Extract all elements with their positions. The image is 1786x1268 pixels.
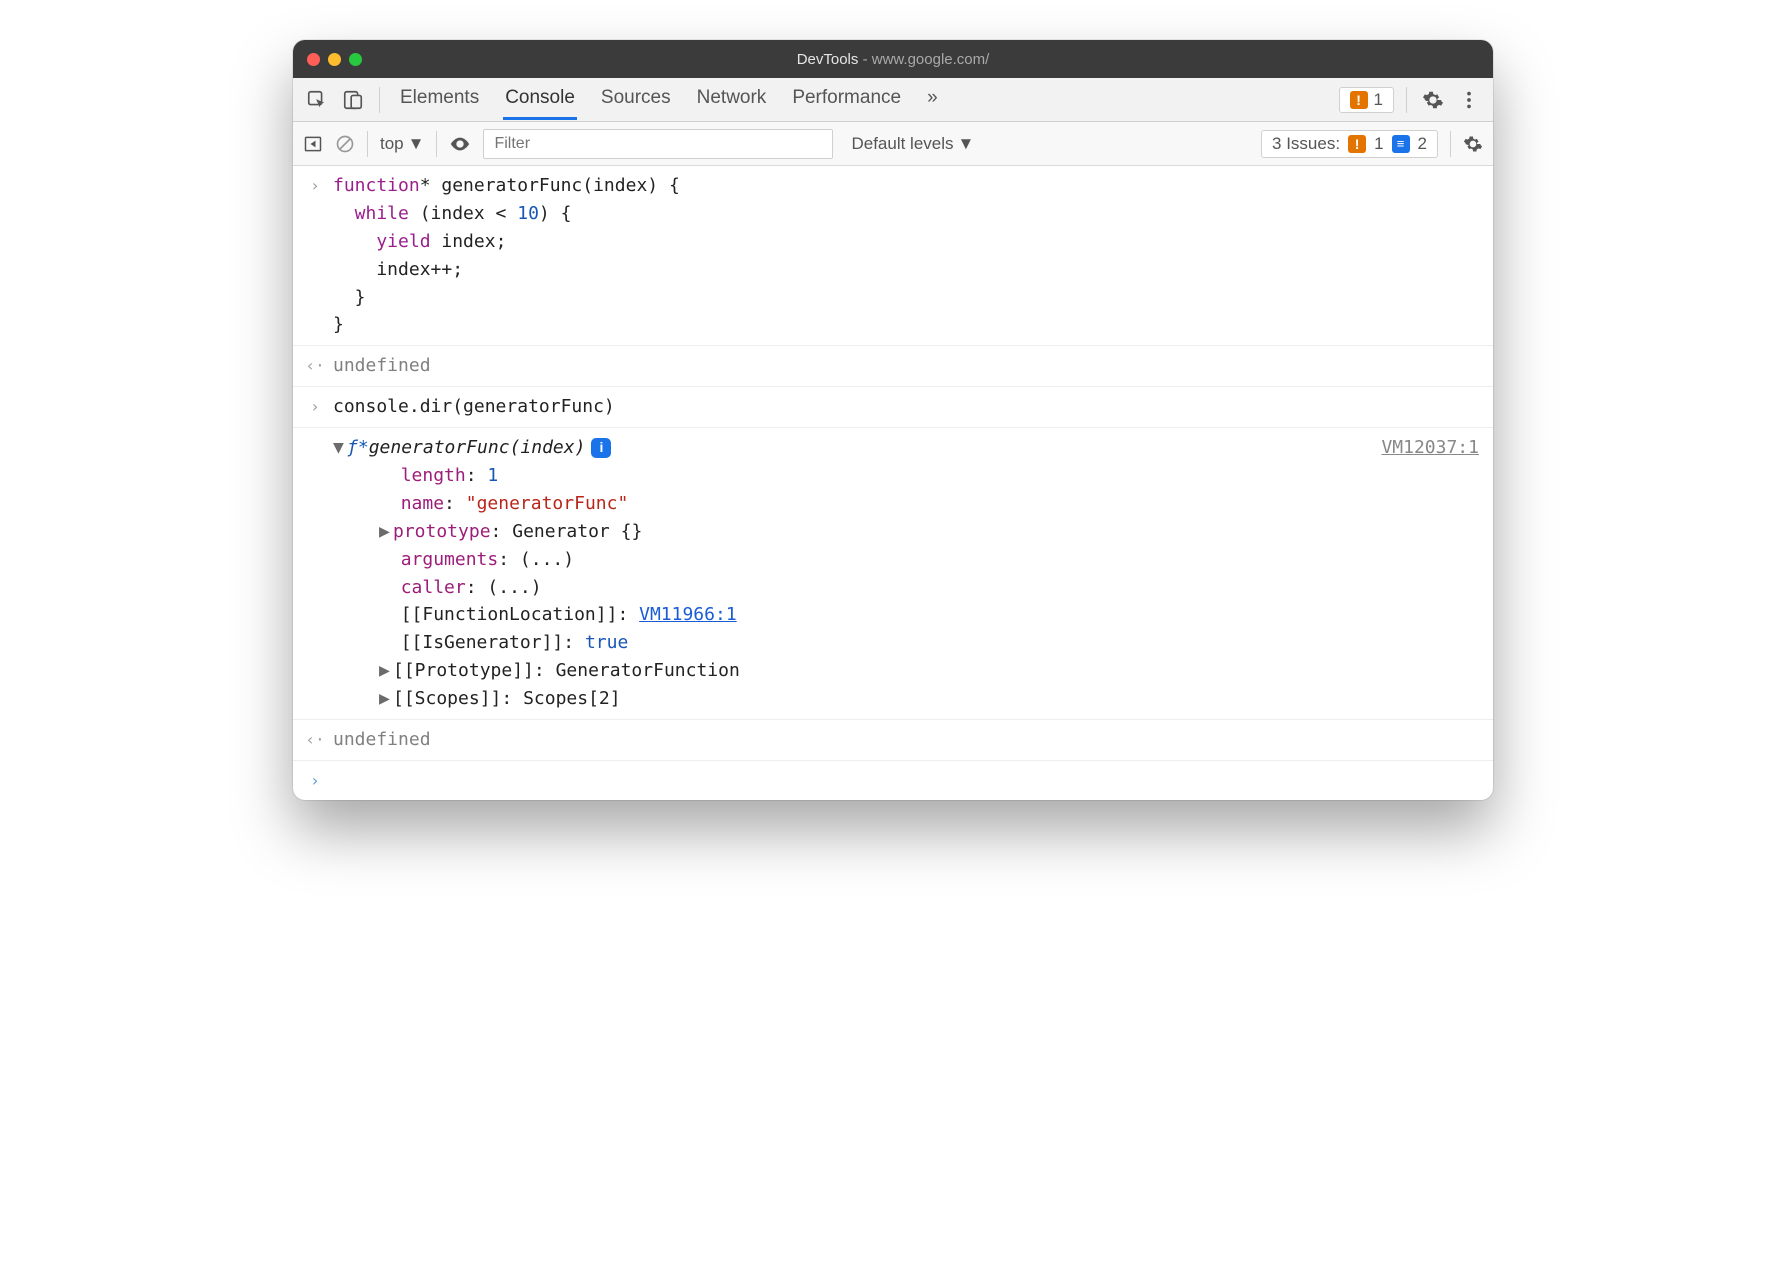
console-input-row[interactable]: › console.dir(generatorFunc): [293, 387, 1493, 428]
warnings-button[interactable]: ! 1: [1339, 87, 1394, 113]
window-title: DevTools - www.google.com/: [293, 51, 1493, 68]
context-label: top: [380, 134, 404, 154]
issues-info-count: 2: [1418, 134, 1427, 154]
console-prompt[interactable]: ›: [293, 761, 1493, 800]
tab-network[interactable]: Network: [695, 79, 769, 120]
disclosure-triangle-closed-icon[interactable]: ▶: [379, 518, 393, 546]
prop-row[interactable]: [[FunctionLocation]]: VM11966:1: [379, 601, 1479, 629]
return-value: undefined: [333, 726, 1479, 754]
console-dir-row[interactable]: ▼ ƒ* generatorFunc(index) i VM12037:1 le…: [293, 428, 1493, 720]
minimize-window-button[interactable]: [328, 53, 341, 66]
more-menu-icon[interactable]: [1455, 86, 1483, 114]
tabs-overflow[interactable]: »: [925, 79, 940, 120]
titlebar: DevTools - www.google.com/: [293, 40, 1493, 78]
issues-button[interactable]: 3 Issues: ! 1 ≡ 2: [1261, 130, 1438, 158]
clear-console-icon[interactable]: [335, 134, 355, 154]
dropdown-triangle-icon: ▼: [408, 134, 425, 154]
disclosure-triangle-closed-icon[interactable]: ▶: [379, 685, 393, 713]
tab-sources[interactable]: Sources: [599, 79, 673, 120]
prop-row[interactable]: [[IsGenerator]]: true: [379, 629, 1479, 657]
console-sidebar-toggle-icon[interactable]: [303, 134, 323, 154]
close-window-button[interactable]: [307, 53, 320, 66]
input-chevron-icon: ›: [307, 172, 323, 199]
input-chevron-icon: ›: [307, 393, 323, 420]
info-icon: ≡: [1392, 135, 1410, 153]
disclosure-triangle-open-icon[interactable]: ▼: [333, 434, 347, 462]
tab-elements[interactable]: Elements: [398, 79, 481, 120]
device-toolbar-icon[interactable]: [339, 86, 367, 114]
issues-warn-count: 1: [1374, 134, 1383, 154]
issues-label: 3 Issues:: [1272, 134, 1340, 154]
prop-row[interactable]: ▶prototype: Generator {}: [379, 518, 1479, 546]
tab-performance[interactable]: Performance: [790, 79, 903, 120]
output-chevron-icon: ‹⋅: [307, 352, 323, 379]
dropdown-triangle-icon: ▼: [958, 134, 975, 154]
disclosure-triangle-closed-icon[interactable]: ▶: [379, 657, 393, 685]
devtools-window: DevTools - www.google.com/ Elements Cons…: [293, 40, 1493, 800]
output-chevron-icon: ‹⋅: [307, 726, 323, 753]
prompt-chevron-icon: ›: [307, 767, 323, 794]
inspect-element-icon[interactable]: [303, 86, 331, 114]
app-name: DevTools: [797, 51, 859, 68]
log-levels-selector[interactable]: Default levels ▼: [851, 134, 974, 154]
tab-console[interactable]: Console: [503, 79, 577, 120]
warning-icon: !: [1348, 135, 1366, 153]
zoom-window-button[interactable]: [349, 53, 362, 66]
prop-row[interactable]: caller: (...): [379, 574, 1479, 602]
info-badge-icon[interactable]: i: [591, 438, 611, 458]
levels-label: Default levels: [851, 134, 953, 154]
live-expression-eye-icon[interactable]: [449, 133, 471, 155]
object-properties: length: 1 name: "generatorFunc" ▶prototy…: [333, 462, 1479, 713]
prop-row[interactable]: length: 1: [379, 462, 1479, 490]
console-settings-gear-icon[interactable]: [1463, 134, 1483, 154]
console-output-row: ‹⋅ undefined: [293, 720, 1493, 761]
console-output: › function* generatorFunc(index) { while…: [293, 166, 1493, 800]
function-marker: ƒ*: [347, 434, 369, 462]
filter-input[interactable]: [483, 129, 833, 159]
window-controls: [307, 53, 362, 66]
gutter-spacer: [307, 434, 323, 436]
panel-tabs: Elements Console Sources Network Perform…: [398, 79, 940, 120]
prop-row[interactable]: ▶[[Prototype]]: GeneratorFunction: [379, 657, 1479, 685]
console-toolbar: top ▼ Default levels ▼ 3 Issues: ! 1 ≡ 2: [293, 122, 1493, 166]
function-location-link[interactable]: VM11966:1: [639, 604, 737, 625]
warnings-count: 1: [1374, 90, 1383, 110]
prop-row[interactable]: name: "generatorFunc": [379, 490, 1479, 518]
context-selector[interactable]: top ▼: [380, 134, 424, 154]
main-tabbar: Elements Console Sources Network Perform…: [293, 78, 1493, 122]
code-block: function* generatorFunc(index) { while (…: [333, 172, 1479, 339]
page-url: www.google.com/: [872, 51, 990, 68]
settings-gear-icon[interactable]: [1419, 86, 1447, 114]
console-input-row[interactable]: › function* generatorFunc(index) { while…: [293, 166, 1493, 346]
prop-row[interactable]: ▶[[Scopes]]: Scopes[2]: [379, 685, 1479, 713]
return-value: undefined: [333, 352, 1479, 380]
code-line: console.dir(generatorFunc): [333, 393, 1479, 421]
prop-row[interactable]: arguments: (...): [379, 546, 1479, 574]
console-output-row: ‹⋅ undefined: [293, 346, 1493, 387]
function-signature: generatorFunc(index): [369, 434, 586, 462]
warning-icon: !: [1350, 91, 1368, 109]
source-location-link[interactable]: VM12037:1: [1381, 434, 1479, 462]
